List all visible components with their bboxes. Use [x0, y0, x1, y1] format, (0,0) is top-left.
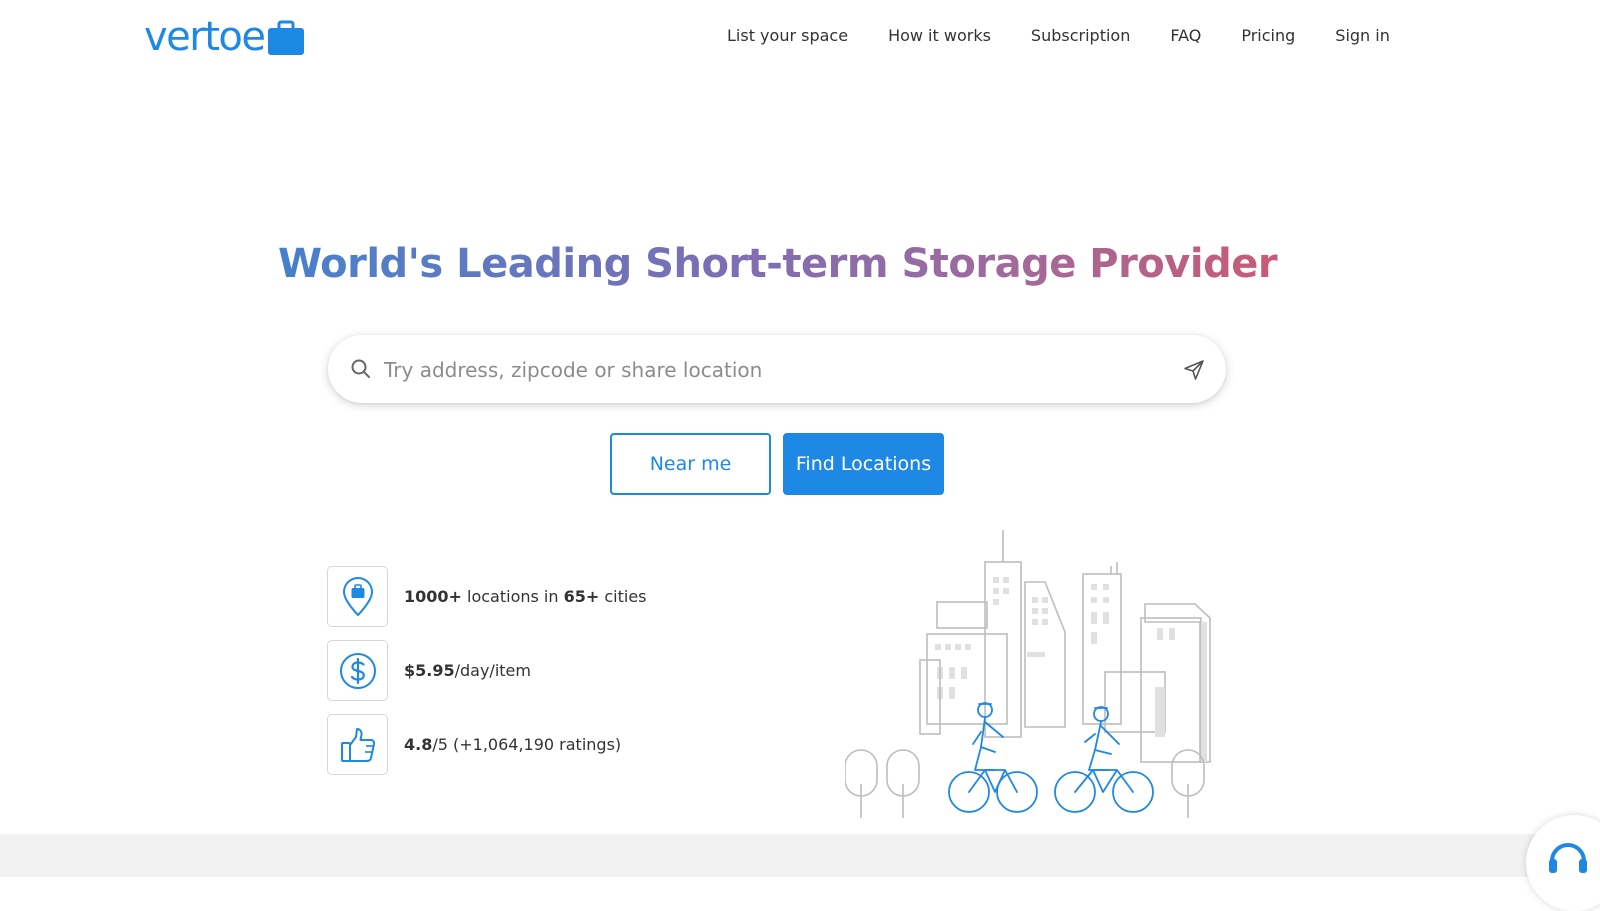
briefcase-icon: [267, 20, 305, 60]
nav-faq[interactable]: FAQ: [1170, 24, 1201, 48]
search-bar: [328, 335, 1226, 403]
navigation-arrow-icon[interactable]: [1182, 358, 1206, 386]
feature-locations: 1000+ locations in 65+ cities: [327, 566, 647, 627]
feature-ratings-text: 4.8/5 (+1,064,190 ratings): [404, 735, 622, 754]
hero-title: World's Leading Short-term Storage Provi…: [0, 236, 1555, 292]
chat-button[interactable]: [1526, 815, 1600, 911]
feature-price: $5.95/day/item: [327, 640, 531, 701]
nav-how-it-works[interactable]: How it works: [888, 24, 991, 48]
dollar-icon: [327, 640, 388, 701]
location-pin-bag-icon: [327, 566, 388, 627]
feature-locations-text: 1000+ locations in 65+ cities: [404, 587, 647, 606]
find-locations-button[interactable]: Find Locations: [783, 433, 944, 495]
search-icon: [350, 358, 372, 384]
feature-ratings: 4.8/5 (+1,064,190 ratings): [327, 714, 621, 775]
near-me-button[interactable]: Near me: [610, 433, 771, 495]
nav-list-your-space[interactable]: List your space: [727, 24, 848, 48]
feature-price-text: $5.95/day/item: [404, 661, 531, 680]
logo-text: vertoe: [144, 14, 266, 60]
headset-icon: [1544, 833, 1592, 885]
footer-band: [0, 834, 1600, 877]
nav-sign-in[interactable]: Sign in: [1335, 24, 1390, 48]
main-nav: List your space How it works Subscriptio…: [727, 24, 1390, 48]
nav-subscription[interactable]: Subscription: [1031, 24, 1130, 48]
search-input[interactable]: [382, 349, 1156, 391]
nav-pricing[interactable]: Pricing: [1241, 24, 1295, 48]
logo[interactable]: vertoe: [144, 12, 305, 62]
city-cyclists-illustration: [844, 522, 1230, 838]
thumbs-up-icon: [327, 714, 388, 775]
